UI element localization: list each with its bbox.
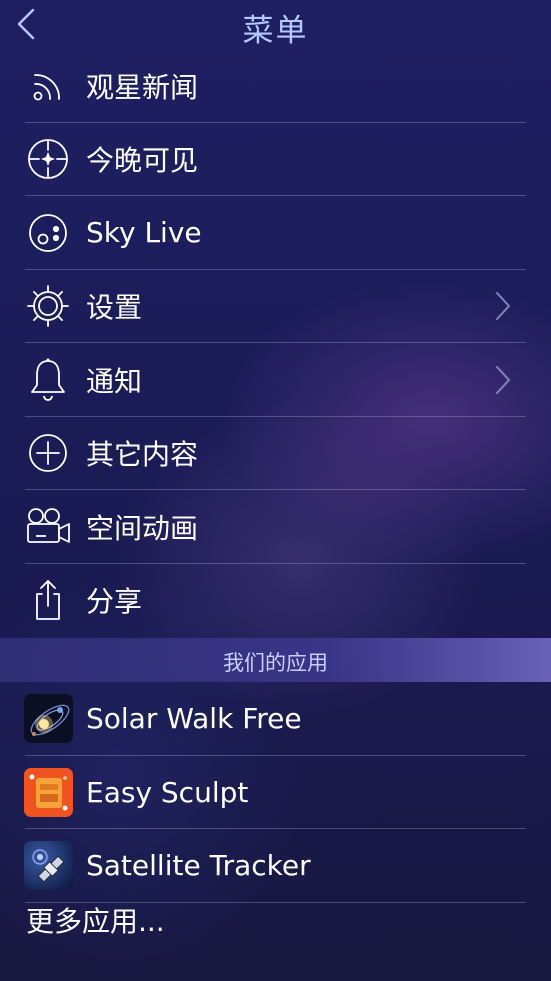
app-item-satellite-tracker[interactable]: Satellite Tracker: [0, 829, 551, 903]
menu-item-sky-live[interactable]: Sky Live: [0, 196, 551, 270]
easy-sculpt-app-icon: [24, 767, 73, 817]
page-title: 菜单: [242, 13, 309, 49]
menu-item-settings[interactable]: 设置: [0, 270, 551, 344]
header-bar: 菜单: [0, 0, 551, 50]
plus-circle-icon: [24, 429, 72, 477]
app-label: Satellite Tracker: [86, 849, 311, 883]
menu-item-label: 空间动画: [86, 511, 199, 545]
more-apps-link[interactable]: 更多应用...: [26, 900, 165, 940]
menu-item-notifications[interactable]: 通知: [0, 343, 551, 417]
menu-item-label: 分享: [86, 585, 143, 619]
menu-item-share[interactable]: 分享: [0, 564, 551, 638]
app-label: Solar Walk Free: [86, 702, 302, 736]
compass-star-icon: [24, 135, 72, 183]
section-header-our-apps: 我们的应用: [0, 638, 551, 682]
apps-list: Solar Walk Free Easy Sculpt Satellite Tr…: [0, 682, 551, 938]
solar-walk-app-icon: [24, 694, 73, 744]
bell-icon: [24, 356, 72, 404]
satellite-tracker-app-icon: [24, 841, 73, 891]
menu-item-tonight[interactable]: 今晚可见: [0, 123, 551, 197]
rss-icon: [24, 62, 72, 110]
share-icon: [24, 576, 72, 624]
menu-list: 观星新闻 今晚可见 Sky Live 设置 通知 其它内容 空间动画 分享: [0, 49, 551, 637]
menu-item-label: 其它内容: [86, 438, 199, 472]
gear-icon: [24, 282, 72, 330]
chevron-right-icon: [496, 292, 510, 321]
video-camera-icon: [24, 503, 72, 551]
menu-item-label: 观星新闻: [86, 70, 199, 104]
moon-phase-icon: [24, 209, 72, 257]
app-item-easy-sculpt[interactable]: Easy Sculpt: [0, 756, 551, 830]
app-label: Easy Sculpt: [86, 775, 249, 809]
menu-item-label: Sky Live: [86, 216, 202, 250]
menu-item-label: 通知: [86, 364, 143, 398]
menu-item-more-content[interactable]: 其它内容: [0, 417, 551, 491]
menu-item-label: 设置: [86, 291, 143, 325]
menu-item-space-animation[interactable]: 空间动画: [0, 490, 551, 564]
menu-item-news[interactable]: 观星新闻: [0, 49, 551, 123]
section-title: 我们的应用: [223, 651, 328, 675]
app-item-solar-walk[interactable]: Solar Walk Free: [0, 682, 551, 756]
menu-item-label: 今晚可见: [86, 144, 199, 178]
chevron-right-icon: [496, 365, 510, 394]
